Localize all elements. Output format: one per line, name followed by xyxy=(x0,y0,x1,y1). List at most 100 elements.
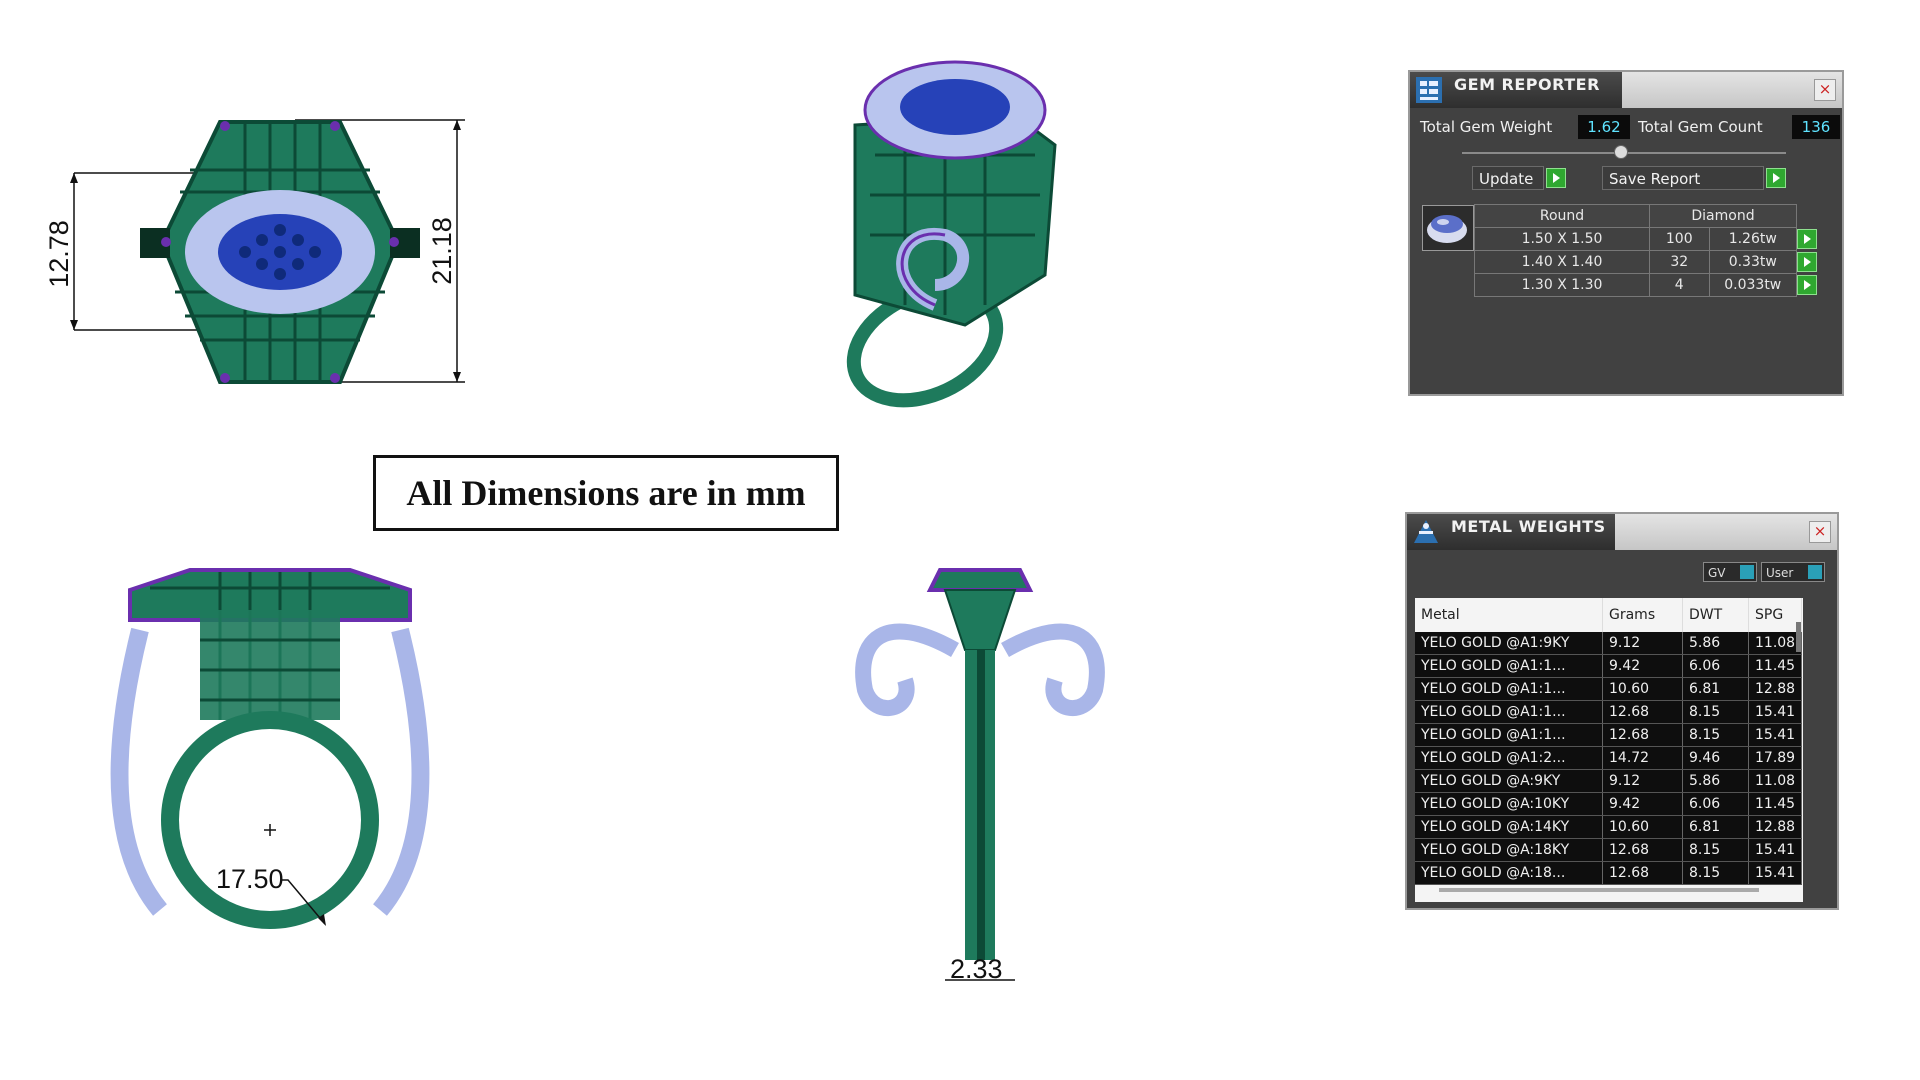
gem-slider-handle[interactable] xyxy=(1614,145,1628,159)
gem-row[interactable]: 1.30 X 1.30 4 0.033tw xyxy=(1474,273,1820,297)
metal-dwt: 6.06 xyxy=(1682,654,1749,678)
ring-perspective-view xyxy=(846,60,1057,408)
update-button[interactable]: Update xyxy=(1472,166,1544,190)
grams-header[interactable]: Grams xyxy=(1602,598,1683,632)
metal-grams: 9.42 xyxy=(1602,654,1683,678)
metal-row[interactable]: YELO GOLD @A1:1... 9.42 6.06 11.45 xyxy=(1415,654,1803,678)
metal-dwt: 5.86 xyxy=(1682,632,1749,655)
metal-name: YELO GOLD @A:9KY xyxy=(1415,769,1603,793)
gem-count: 32 xyxy=(1649,250,1710,274)
gem-row-go-icon[interactable] xyxy=(1797,252,1817,272)
gem-shape-thumbnail[interactable] xyxy=(1422,205,1474,251)
metal-grams: 12.68 xyxy=(1602,861,1683,885)
gem-weight: 0.33tw xyxy=(1708,250,1797,274)
metal-spg: 11.08 xyxy=(1748,769,1803,793)
metal-row[interactable]: YELO GOLD @A:9KY 9.12 5.86 11.08 xyxy=(1415,769,1803,793)
metal-dwt: 8.15 xyxy=(1682,861,1749,885)
shank-width-dimension: 2.33 xyxy=(950,954,1003,984)
metal-name: YELO GOLD @A1:1... xyxy=(1415,677,1603,701)
vertical-scrollbar[interactable] xyxy=(1796,622,1801,652)
gem-count: 4 xyxy=(1649,273,1710,297)
metal-weights-panel: METAL WEIGHTS × GV User Metal Grams DWT … xyxy=(1405,512,1839,910)
metal-spg: 11.45 xyxy=(1748,792,1803,816)
ring-top-view: 12.78 21.18 xyxy=(44,119,465,384)
metal-name: YELO GOLD @A:18... xyxy=(1415,861,1603,885)
close-icon[interactable]: × xyxy=(1814,79,1836,101)
metal-grams: 10.60 xyxy=(1602,677,1683,701)
metal-row[interactable]: YELO GOLD @A1:2... 14.72 9.46 17.89 xyxy=(1415,746,1803,770)
ring-side-view: 2.33 xyxy=(855,568,1105,984)
metal-dwt: 5.86 xyxy=(1682,769,1749,793)
metal-name: YELO GOLD @A1:2... xyxy=(1415,746,1603,770)
gem-count: 100 xyxy=(1649,227,1710,251)
total-gem-count-label: Total Gem Count xyxy=(1638,118,1763,136)
metal-row[interactable]: YELO GOLD @A1:1... 12.68 8.15 15.41 xyxy=(1415,723,1803,747)
metal-row[interactable]: YELO GOLD @A:18KY 12.68 8.15 15.41 xyxy=(1415,838,1803,862)
metal-spg: 11.45 xyxy=(1748,654,1803,678)
metal-weights-icon xyxy=(1414,520,1438,543)
units-note: All Dimensions are in mm xyxy=(373,455,839,531)
metal-grams: 10.60 xyxy=(1602,815,1683,839)
metal-dwt: 8.15 xyxy=(1682,723,1749,747)
gem-report-icon xyxy=(1416,77,1442,103)
metal-weights-table-area: Metal Grams DWT SPG YELO GOLD @A1:9KY 9.1… xyxy=(1415,598,1803,902)
metal-row[interactable]: YELO GOLD @A:18... 12.68 8.15 15.41 xyxy=(1415,861,1803,885)
metal-dwt: 8.15 xyxy=(1682,700,1749,724)
ring-front-view: 17.50 xyxy=(110,568,430,929)
dwt-header[interactable]: DWT xyxy=(1682,598,1749,632)
user-toggle[interactable]: User xyxy=(1761,562,1825,582)
metal-row[interactable]: YELO GOLD @A:10KY 9.42 6.06 11.45 xyxy=(1415,792,1803,816)
metal-row[interactable]: YELO GOLD @A:14KY 10.60 6.81 12.88 xyxy=(1415,815,1803,839)
metal-row[interactable]: YELO GOLD @A1:1... 10.60 6.81 12.88 xyxy=(1415,677,1803,701)
user-toggle-icon xyxy=(1808,565,1822,579)
close-icon[interactable]: × xyxy=(1809,521,1831,543)
gem-material-header: Diamond xyxy=(1649,204,1797,228)
gem-row-go-icon[interactable] xyxy=(1797,275,1817,295)
metal-dwt: 6.06 xyxy=(1682,792,1749,816)
metal-spg: 15.41 xyxy=(1748,838,1803,862)
metal-name: YELO GOLD @A1:1... xyxy=(1415,654,1603,678)
total-gem-count-value: 136 xyxy=(1792,115,1840,139)
user-label: User xyxy=(1766,566,1794,580)
metal-name: YELO GOLD @A:14KY xyxy=(1415,815,1603,839)
metal-spg: 11.08 xyxy=(1748,632,1803,655)
total-gem-weight-value: 1.62 xyxy=(1578,115,1630,139)
metal-spg: 15.41 xyxy=(1748,723,1803,747)
top-height-dimension: 12.78 xyxy=(44,220,74,288)
gem-row[interactable]: 1.40 X 1.40 32 0.33tw xyxy=(1474,250,1820,274)
total-length-dimension: 21.18 xyxy=(427,217,457,285)
metal-name: YELO GOLD @A1:9KY xyxy=(1415,632,1603,655)
ring-diameter-dimension: 17.50 xyxy=(216,864,284,894)
metal-weights-titlebar[interactable]: METAL WEIGHTS × xyxy=(1407,514,1837,550)
gv-toggle[interactable]: GV xyxy=(1703,562,1757,582)
save-report-button[interactable]: Save Report xyxy=(1602,166,1764,190)
metal-header[interactable]: Metal xyxy=(1415,598,1603,632)
metal-spg: 15.41 xyxy=(1748,700,1803,724)
update-go-icon[interactable] xyxy=(1546,168,1566,188)
gem-row-go-icon[interactable] xyxy=(1797,229,1817,249)
spg-header[interactable]: SPG xyxy=(1748,598,1803,632)
gem-reporter-titlebar[interactable]: GEM REPORTER × xyxy=(1410,72,1842,108)
metal-spg: 15.41 xyxy=(1748,861,1803,885)
total-gem-weight-label: Total Gem Weight xyxy=(1420,118,1553,136)
metal-weights-title: METAL WEIGHTS xyxy=(1451,517,1606,536)
gem-reporter-panel: GEM REPORTER × Total Gem Weight 1.62 Tot… xyxy=(1408,70,1844,396)
metal-row[interactable]: YELO GOLD @A1:1... 12.68 8.15 15.41 xyxy=(1415,700,1803,724)
gem-row[interactable]: 1.50 X 1.50 100 1.26tw xyxy=(1474,227,1820,251)
gv-label: GV xyxy=(1708,566,1726,580)
save-report-go-icon[interactable] xyxy=(1766,168,1786,188)
gem-size: 1.30 X 1.30 xyxy=(1474,273,1650,297)
metal-weights-table: Metal Grams DWT SPG YELO GOLD @A1:9KY 9.1… xyxy=(1415,598,1803,885)
metal-row[interactable]: YELO GOLD @A1:9KY 9.12 5.86 11.08 xyxy=(1415,632,1803,655)
metal-name: YELO GOLD @A:18KY xyxy=(1415,838,1603,862)
gem-weight: 1.26tw xyxy=(1708,227,1797,251)
gem-size: 1.50 X 1.50 xyxy=(1474,227,1650,251)
horizontal-scrollbar[interactable] xyxy=(1439,888,1759,892)
gem-shape-header: Round xyxy=(1474,204,1650,228)
gem-table: Round Diamond 1.50 X 1.50 100 1.26tw 1.4… xyxy=(1474,204,1820,297)
metal-spg: 12.88 xyxy=(1748,815,1803,839)
metal-dwt: 8.15 xyxy=(1682,838,1749,862)
gem-reporter-title: GEM REPORTER xyxy=(1454,75,1600,94)
metal-name: YELO GOLD @A1:1... xyxy=(1415,723,1603,747)
gem-weight: 0.033tw xyxy=(1708,273,1797,297)
